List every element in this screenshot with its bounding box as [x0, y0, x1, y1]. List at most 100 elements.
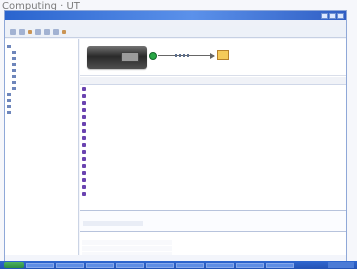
taskbar-item[interactable] [116, 262, 144, 268]
forward-icon[interactable] [19, 28, 25, 35]
table-row[interactable] [80, 93, 346, 100]
row-icon [82, 87, 86, 91]
table-cell [150, 177, 157, 184]
start-button[interactable] [4, 262, 24, 268]
table-cell [115, 142, 143, 149]
table-cell [162, 191, 232, 198]
main-area [5, 39, 346, 257]
table-cell [162, 170, 232, 177]
table-cell [88, 156, 112, 163]
back-icon[interactable] [10, 28, 16, 35]
table-cell [115, 93, 143, 100]
table-row[interactable] [80, 86, 346, 93]
column-header [86, 77, 110, 84]
application-window [4, 10, 347, 264]
table-row[interactable] [80, 135, 346, 142]
table-cell [162, 107, 232, 114]
taskbar-item[interactable] [26, 262, 54, 268]
table-cell [88, 121, 112, 128]
refresh-icon[interactable] [28, 29, 32, 34]
tree-node-icon [7, 98, 11, 102]
table-cell [115, 156, 143, 163]
table-cell [162, 121, 232, 128]
table-cell [115, 114, 143, 121]
close-button[interactable] [337, 12, 344, 19]
table-row[interactable] [80, 142, 346, 149]
table-cell [88, 142, 112, 149]
window-controls [321, 12, 346, 19]
table-row[interactable] [80, 156, 346, 163]
table-row[interactable] [80, 170, 346, 177]
extra-row[interactable] [82, 240, 172, 245]
table-cell [115, 170, 143, 177]
table-row[interactable] [80, 128, 346, 135]
table-cell [88, 184, 112, 191]
table-row[interactable] [80, 114, 346, 121]
row-icon [82, 178, 86, 182]
table-cell [150, 114, 157, 121]
table-row[interactable] [80, 149, 346, 156]
tree-node-icon [7, 104, 11, 108]
row-icon [82, 171, 86, 175]
table-cell [88, 107, 112, 114]
minimize-button[interactable] [321, 12, 328, 19]
table-row[interactable] [80, 163, 346, 170]
table-row[interactable] [80, 107, 346, 114]
taskbar-item[interactable] [176, 262, 204, 268]
help-icon[interactable] [62, 29, 66, 34]
table-row[interactable] [80, 177, 346, 184]
table-cell [150, 128, 157, 135]
table-row[interactable] [80, 184, 346, 191]
taskbar-item[interactable] [236, 262, 264, 268]
connection-dots [175, 54, 189, 57]
table-row[interactable] [80, 191, 346, 198]
table-cell [88, 135, 112, 142]
extra-row[interactable] [82, 252, 172, 255]
table-cell [150, 100, 157, 107]
table-cell [150, 156, 157, 163]
table-cell [115, 149, 143, 156]
table-row[interactable] [80, 121, 346, 128]
table-cell [150, 170, 157, 177]
table-cell [88, 163, 112, 170]
extra-row[interactable] [82, 246, 172, 251]
table-cell [150, 184, 157, 191]
taskbar-item[interactable] [146, 262, 174, 268]
tree-node-icon [12, 62, 16, 66]
phone-image [87, 46, 147, 69]
device-header [80, 39, 346, 76]
table-cell [150, 86, 157, 93]
taskbar-item[interactable] [266, 262, 294, 268]
row-icon [82, 192, 86, 196]
search-icon[interactable] [35, 28, 41, 35]
table-cell [88, 114, 112, 121]
table-cell [88, 100, 112, 107]
taskbar [0, 261, 357, 269]
tree-item[interactable] [7, 109, 75, 115]
window-titlebar [5, 11, 346, 20]
details-row[interactable] [83, 221, 143, 226]
tree-node-icon [12, 86, 16, 90]
extra-title-left [83, 233, 123, 239]
maximize-button[interactable] [329, 12, 336, 19]
toolbar [5, 26, 346, 38]
table-cell [150, 121, 157, 128]
details-title-left [83, 213, 141, 219]
row-icon [82, 185, 86, 189]
taskbar-item[interactable] [206, 262, 234, 268]
table-cell [162, 156, 232, 163]
row-icon [82, 150, 86, 154]
extra-panel [80, 233, 346, 255]
row-icon [82, 101, 86, 105]
taskbar-item[interactable] [86, 262, 114, 268]
table-cell [162, 177, 232, 184]
row-icon [82, 143, 86, 147]
content-pane [80, 39, 346, 255]
folder-icon[interactable] [44, 28, 50, 35]
table-row[interactable] [80, 100, 346, 107]
taskbar-item[interactable] [56, 262, 84, 268]
settings-icon[interactable] [53, 28, 59, 35]
table-cell [88, 177, 112, 184]
phone-screen [121, 52, 139, 62]
table-cell [162, 114, 232, 121]
